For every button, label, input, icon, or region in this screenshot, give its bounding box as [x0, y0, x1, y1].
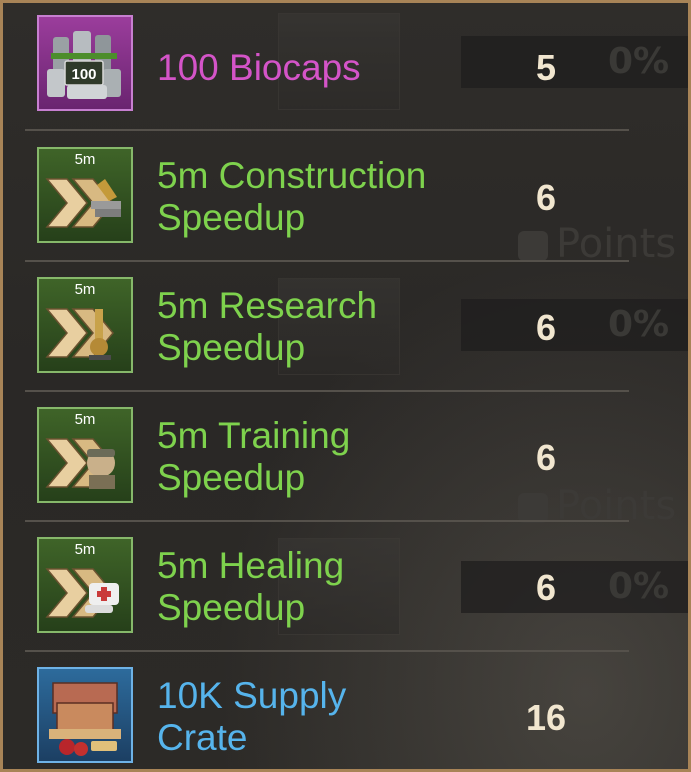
item-name: 10K Supply Crate — [157, 675, 346, 759]
construction-speedup-icon: 5m — [37, 147, 133, 243]
biocaps-icon: 100 — [37, 15, 133, 111]
item-name-line2: Speedup — [157, 327, 306, 368]
time-label: 5m — [74, 541, 96, 558]
biocaps-icon-art: 100 — [47, 31, 121, 99]
item-name: 5m Healing Speedup — [157, 545, 344, 629]
time-label: 5m — [74, 281, 96, 298]
item-name-line1: 5m Training — [157, 415, 351, 456]
biocaps-amount-text: 100 — [71, 66, 96, 83]
item-quantity: 6 — [535, 437, 557, 478]
list-item[interactable]: 100 100 Biocaps 5 — [25, 3, 629, 132]
item-quantity: 5 — [535, 47, 557, 88]
item-quantity: 6 — [535, 307, 557, 348]
item-name-line1: 5m Healing — [157, 545, 345, 586]
time-label: 5m — [74, 411, 96, 428]
item-name-line2: Speedup — [157, 197, 306, 238]
list-item[interactable]: 5m 5m Research Speedup 6 — [25, 263, 629, 392]
list-item[interactable]: 10K Supply Crate 16 — [25, 653, 629, 769]
time-label: 5m — [74, 151, 96, 168]
row-divider — [25, 390, 629, 392]
training-speedup-icon: 5m — [37, 407, 133, 503]
item-name-line1: 10K Supply — [157, 675, 347, 716]
row-divider — [25, 650, 629, 652]
supply-crate-icon — [37, 667, 133, 763]
item-name-line2: Speedup — [157, 587, 306, 628]
item-name-line2: Speedup — [157, 457, 306, 498]
list-item[interactable]: 5m 5m Construction Speedup 6 — [25, 133, 629, 262]
item-name: 5m Training Speedup — [157, 415, 350, 499]
item-quantity: 6 — [535, 567, 557, 608]
item-name-line2: Crate — [157, 717, 248, 758]
row-divider — [25, 520, 629, 522]
item-list-panel: 0% 0% 0% Points Points 100 100 Biocaps 5… — [0, 0, 691, 772]
item-quantity: 16 — [525, 697, 567, 738]
row-divider — [25, 260, 629, 262]
healing-speedup-icon: 5m — [37, 537, 133, 633]
item-name: 5m Construction Speedup — [157, 155, 426, 239]
item-quantity: 6 — [535, 177, 557, 218]
supply-crate-art — [49, 682, 121, 756]
item-name: 5m Research Speedup — [157, 285, 377, 369]
list-item[interactable]: 5m 5m Training Speedup 6 — [25, 393, 629, 522]
row-divider — [25, 129, 629, 131]
item-name-line1: 5m Research — [157, 285, 378, 326]
item-name-line1: 5m Construction — [157, 155, 427, 196]
research-speedup-icon: 5m — [37, 277, 133, 373]
item-name: 100 Biocaps — [157, 47, 361, 88]
list-item[interactable]: 5m 5m Healing Speedup 6 — [25, 523, 629, 652]
